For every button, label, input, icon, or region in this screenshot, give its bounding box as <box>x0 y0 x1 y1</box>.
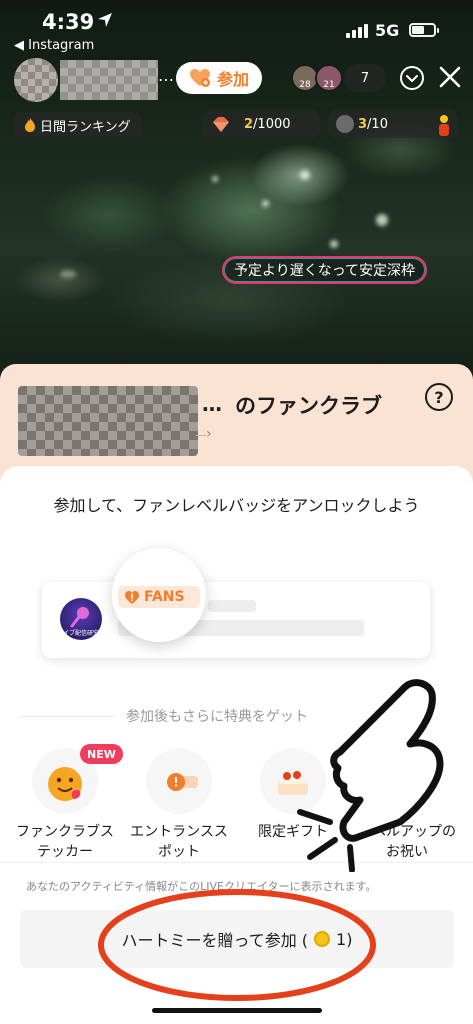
highlight-ellipse <box>98 889 376 1001</box>
host-name-blurred[interactable] <box>60 60 158 100</box>
fire-icon <box>25 118 35 132</box>
battery-icon <box>409 23 439 37</box>
new-badge: NEW <box>80 744 123 764</box>
chevron-down-icon <box>406 75 418 83</box>
gift-goal-total: /1000 <box>253 116 291 132</box>
bokeh-light <box>212 176 218 182</box>
viewer-count[interactable]: 7 <box>344 64 386 92</box>
home-indicator <box>152 1008 322 1013</box>
join-label: 参加 <box>216 70 249 89</box>
bokeh-light <box>60 270 76 278</box>
heart-icon <box>125 590 139 604</box>
gift-goal-pill[interactable]: 2/1000 <box>202 110 320 138</box>
bokeh-light <box>262 200 269 207</box>
status-time: 4:39 <box>42 10 95 34</box>
viewer-avatar[interactable]: 21 <box>315 64 343 92</box>
help-icon[interactable]: ? <box>425 383 453 411</box>
bokeh-light <box>330 240 338 248</box>
placeholder-bar <box>208 600 256 612</box>
join-fan-club-button[interactable]: 参加 <box>176 62 262 94</box>
entrance-benefit-icon[interactable] <box>146 748 212 814</box>
club-host-blurred[interactable] <box>18 386 198 456</box>
daily-ranking-pill[interactable]: 日間ランキング <box>14 112 141 138</box>
host-avatar[interactable] <box>14 58 58 102</box>
member-goal-icon <box>336 115 354 133</box>
network-label: 5G <box>375 21 400 40</box>
collapse-button[interactable] <box>400 66 424 90</box>
daily-ranking-label: 日間ランキング <box>40 119 131 135</box>
member-goal-total: /10 <box>367 116 388 132</box>
character-icon <box>439 115 449 136</box>
fan-club-title: のファンクラブ <box>235 394 382 418</box>
club-chevron-icon[interactable]: › <box>196 426 212 442</box>
viewer-rank: 21 <box>323 80 335 90</box>
benefit-label-entrance: エントランススポット <box>130 824 228 860</box>
divider <box>20 716 114 717</box>
bokeh-light <box>376 214 388 226</box>
host-more-ellipsis: … <box>158 66 174 85</box>
back-to-app-link[interactable]: ◀ Instagram <box>14 38 94 53</box>
preview-avatar-text: ライブ配信研究所 <box>56 630 105 637</box>
unlock-description: 参加して、ファンレベルバッジをアンロックしよう <box>53 496 420 515</box>
member-goal-current: 3 <box>358 116 368 132</box>
gem-gift-icon <box>213 117 229 132</box>
pinned-comment[interactable]: 予定より遅くなって安定深枠 <box>222 256 428 284</box>
gift-goal-current: 2 <box>244 116 254 132</box>
close-icon[interactable] <box>437 64 463 90</box>
benefit-label-sticker: ファンクラブステッカー <box>16 824 114 860</box>
club-name-ellipsis: … <box>202 392 222 416</box>
signal-icon <box>346 24 368 38</box>
bokeh-light <box>300 170 310 180</box>
fans-badge-label: FANS <box>144 589 185 605</box>
fans-badge: FANS <box>118 586 200 608</box>
heart-badge-icon <box>167 773 198 791</box>
location-arrow-icon <box>98 13 112 27</box>
live-stream-background <box>0 0 473 380</box>
heart-plus-icon <box>189 69 210 87</box>
pointing-hand-icon <box>297 679 444 872</box>
viewer-rank: 28 <box>299 80 311 90</box>
